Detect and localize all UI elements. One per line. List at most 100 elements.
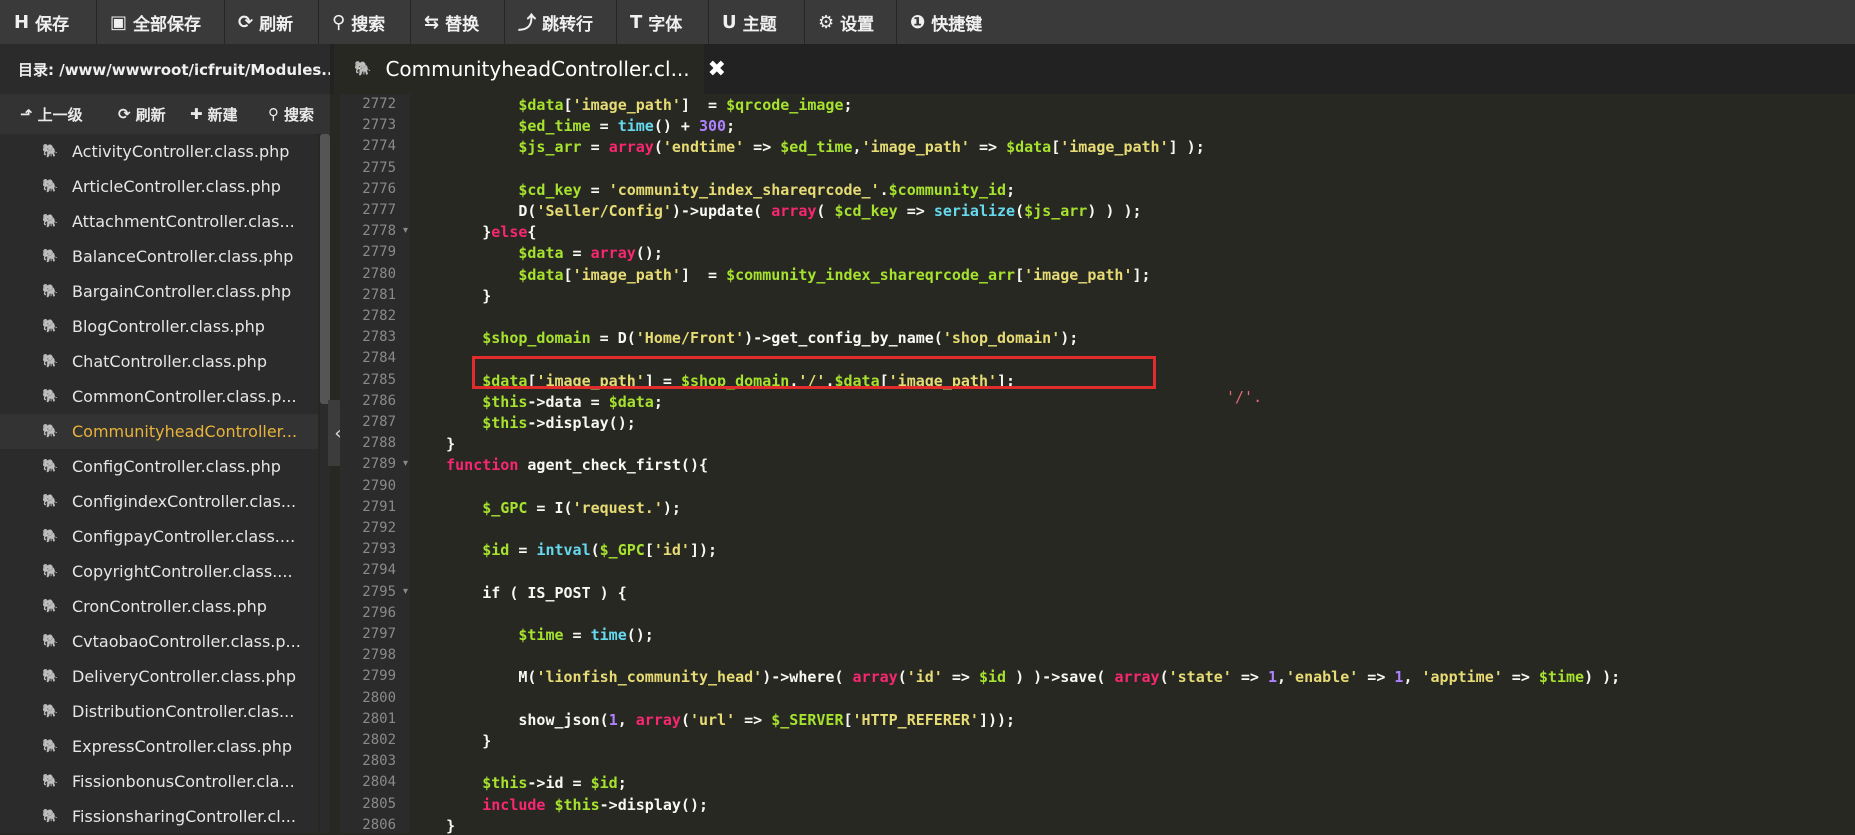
- refresh-button[interactable]: ⟳ 刷新: [118, 94, 166, 134]
- file-item[interactable]: 🐘 BargainController.class.php: [0, 274, 318, 309]
- line-number: 2781: [362, 286, 396, 303]
- line-number: 2776: [362, 180, 396, 197]
- php-file-icon: 🐘: [42, 564, 59, 579]
- file-item[interactable]: 🐘 CvtaobaoController.class.p...: [0, 624, 318, 659]
- line-number: 2789: [362, 456, 396, 473]
- red-highlight-box: [472, 356, 1156, 389]
- directory-bar: 目录: /www/wwwroot/icfruit/Modules...: [0, 44, 330, 94]
- file-item[interactable]: 🐘 FissionsharingController.cl...: [0, 799, 318, 833]
- file-item[interactable]: 🐘 CronController.class.php: [0, 589, 318, 624]
- save-icon: H: [14, 11, 30, 33]
- tab-bar: 🐘 CommunityheadController.cl... ✖: [330, 44, 1855, 94]
- code-line: $this->id = $id;: [482, 774, 627, 793]
- line-number: 2774: [362, 138, 396, 155]
- code-line: $shop_domain = D('Home/Front')->get_conf…: [482, 329, 1079, 348]
- toolbar-divider: [318, 0, 319, 44]
- file-name: ExpressController.class.php: [72, 737, 293, 756]
- line-number: 2791: [362, 498, 396, 515]
- file-item[interactable]: 🐘 ArticleController.class.php: [0, 169, 318, 204]
- toolbar-divider: [504, 0, 505, 44]
- file-item[interactable]: 🐘 FissionbonusController.cla...: [0, 764, 318, 799]
- search-button[interactable]: ⚲ 搜索: [268, 94, 314, 134]
- file-name: FissionbonusController.cla...: [72, 772, 295, 791]
- line-number: 2788: [362, 435, 396, 452]
- toolbar-divider: [896, 0, 897, 44]
- file-item[interactable]: 🐘 ConfigindexController.clas...: [0, 484, 318, 519]
- php-file-icon: 🐘: [42, 704, 59, 719]
- php-file-icon: 🐘: [42, 179, 59, 194]
- code-editor[interactable]: $data['image_path'] = $qrcode_image; $ed…: [410, 94, 1855, 835]
- file-item[interactable]: 🐘 DistributionController.clas...: [0, 694, 318, 729]
- replace-button[interactable]: ⇆ 替换: [424, 0, 479, 44]
- file-name: CronController.class.php: [72, 597, 267, 616]
- file-item[interactable]: 🐘 ActivityController.class.php: [0, 134, 318, 169]
- save-all-button[interactable]: ▣ 全部保存: [110, 0, 201, 44]
- file-item[interactable]: 🐘 ConfigController.class.php: [0, 449, 318, 484]
- line-number: 2796: [362, 604, 396, 621]
- php-file-icon: 🐘: [42, 669, 59, 684]
- new-file-button[interactable]: ✚ 新建: [190, 94, 238, 134]
- line-number: 2806: [362, 816, 396, 833]
- goto-line-button[interactable]: ⤴ 跳转行: [518, 0, 593, 44]
- file-item[interactable]: 🐘 BlogController.class.php: [0, 309, 318, 344]
- toolbar-divider: [96, 0, 97, 44]
- line-number: 2798: [362, 647, 396, 664]
- tab-communityhead[interactable]: 🐘 CommunityheadController.cl... ✖: [334, 44, 726, 94]
- save-button[interactable]: H 保存: [14, 0, 69, 44]
- font-button[interactable]: T 字体: [630, 0, 682, 44]
- php-file-icon: 🐘: [42, 424, 59, 439]
- line-number: 2778: [362, 223, 396, 240]
- search-icon: ⚲: [332, 11, 346, 33]
- file-item[interactable]: 🐘 ConfigpayController.class....: [0, 519, 318, 554]
- line-number: 2775: [362, 159, 396, 176]
- file-item[interactable]: 🐘 ExpressController.class.php: [0, 729, 318, 764]
- code-line: $this->data = $data;: [482, 392, 663, 411]
- file-item[interactable]: 🐘 DeliveryController.class.php: [0, 659, 318, 694]
- file-tree-scrollbar[interactable]: [320, 134, 330, 833]
- line-number: 2785: [362, 371, 396, 388]
- line-number: 2799: [362, 668, 396, 685]
- file-item[interactable]: 🐘 CopyrightController.class....: [0, 554, 318, 589]
- refresh-button[interactable]: ⟳ 刷新: [238, 0, 293, 44]
- file-name: ArticleController.class.php: [72, 177, 281, 196]
- php-file-icon: 🐘: [42, 144, 59, 159]
- php-file-icon: 🐘: [42, 354, 59, 369]
- save-all-label: 全部保存: [133, 14, 202, 35]
- line-number: 2803: [362, 753, 396, 770]
- search-button[interactable]: ⚲ 搜索: [332, 0, 385, 44]
- file-item[interactable]: 🐘 AttachmentController.clas...: [0, 204, 318, 239]
- tab-label: CommunityheadController.cl...: [385, 57, 690, 81]
- theme-button[interactable]: U 主题: [722, 0, 777, 44]
- close-tab-icon[interactable]: ✖: [708, 57, 726, 82]
- file-item[interactable]: 🐘 BalanceController.class.php: [0, 239, 318, 274]
- file-item[interactable]: 🐘 CommonController.class.p...: [0, 379, 318, 414]
- line-number: 2773: [362, 117, 396, 134]
- file-name: CommunityheadController...: [72, 422, 298, 441]
- file-name: BargainController.class.php: [72, 282, 292, 301]
- php-file-icon: 🐘: [42, 214, 59, 229]
- code-line: $data = array();: [518, 244, 663, 263]
- file-name: CopyrightController.class....: [72, 562, 293, 581]
- shortcuts-button[interactable]: ❶ 快捷键: [910, 0, 982, 44]
- file-item[interactable]: 🐘 CommunityheadController...: [0, 414, 318, 449]
- parent-dir-button[interactable]: ⬏ 上一级: [20, 94, 83, 134]
- line-number: 2780: [362, 265, 396, 282]
- code-line: $_GPC = I('request.');: [482, 498, 681, 517]
- fold-toggle-icon[interactable]: ▾: [403, 458, 408, 469]
- php-file-icon: 🐘: [42, 634, 59, 649]
- fold-toggle-icon[interactable]: ▾: [403, 586, 408, 597]
- php-file-icon: 🐘: [42, 494, 59, 509]
- settings-button[interactable]: ⚙ 设置: [818, 0, 874, 44]
- line-number: 2790: [362, 477, 396, 494]
- search-label: 搜索: [284, 105, 315, 124]
- scrollbar-thumb[interactable]: [320, 134, 330, 404]
- line-number: 2794: [362, 562, 396, 579]
- toolbar-divider: [616, 0, 617, 44]
- fold-toggle-icon[interactable]: ▾: [403, 225, 408, 236]
- file-item[interactable]: 🐘 ChatController.class.php: [0, 344, 318, 379]
- font-label: 字体: [648, 14, 683, 35]
- php-file-icon: 🐘: [42, 249, 59, 264]
- stray-annotation: '/'.: [1226, 388, 1263, 406]
- file-name: CvtaobaoController.class.p...: [72, 632, 301, 651]
- theme-label: 主题: [742, 14, 777, 35]
